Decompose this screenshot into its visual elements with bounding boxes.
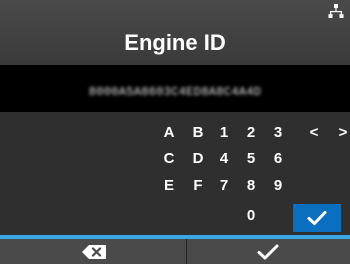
key-8[interactable]: 8: [239, 174, 263, 198]
key-6[interactable]: 6: [266, 147, 290, 171]
key-0[interactable]: 0: [239, 204, 263, 228]
checkmark-icon: [307, 211, 327, 225]
key-c[interactable]: C: [157, 147, 181, 171]
key-e[interactable]: E: [157, 174, 181, 198]
backspace-icon: [82, 245, 106, 259]
network-icon: [328, 4, 344, 18]
cursor-right-button[interactable]: >: [331, 121, 350, 145]
key-d[interactable]: D: [186, 147, 210, 171]
key-5[interactable]: 5: [239, 147, 263, 171]
key-9[interactable]: 9: [266, 174, 290, 198]
keypad-ok-button[interactable]: [293, 204, 341, 232]
key-7[interactable]: 7: [212, 174, 236, 198]
key-f[interactable]: F: [186, 174, 210, 198]
key-4[interactable]: 4: [212, 147, 236, 171]
page-title: Engine ID: [124, 30, 226, 55]
header: Engine ID: [0, 0, 350, 65]
confirm-button[interactable]: [187, 239, 350, 264]
key-2[interactable]: 2: [239, 121, 263, 145]
key-a[interactable]: A: [157, 121, 181, 145]
cursor-left-button[interactable]: <: [302, 121, 326, 145]
key-b[interactable]: B: [186, 121, 210, 145]
backspace-button[interactable]: [0, 239, 187, 264]
key-3[interactable]: 3: [266, 121, 290, 145]
bottom-bar: [0, 239, 350, 264]
engine-id-value: 8000A5A8603C4ED8A8C4A4D: [88, 85, 262, 99]
checkmark-icon: [257, 244, 279, 260]
key-1[interactable]: 1: [212, 121, 236, 145]
